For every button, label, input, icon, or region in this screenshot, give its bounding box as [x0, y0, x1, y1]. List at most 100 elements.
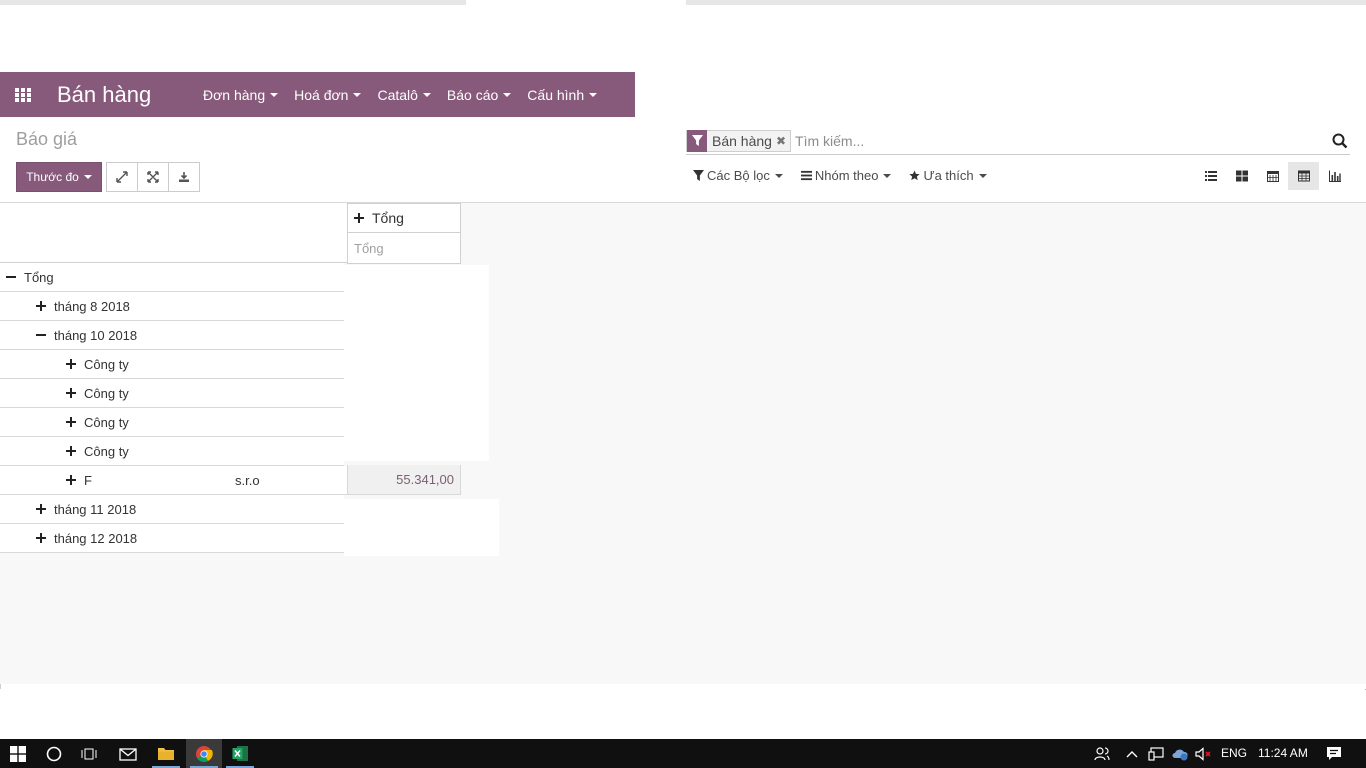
windows-taskbar: ENG 11:24 AM [0, 739, 1366, 768]
onedrive-button[interactable] [1169, 739, 1191, 768]
excel-button[interactable] [222, 739, 258, 768]
menu-orders[interactable]: Đơn hàng [195, 87, 286, 103]
menu-invoices[interactable]: Hoá đơn [286, 87, 369, 103]
filter-icon [693, 170, 704, 181]
cortana-circle-icon [46, 746, 62, 761]
menu-catalog-label: Catalô [377, 86, 418, 103]
star-icon [909, 170, 921, 181]
plus-icon [66, 475, 76, 485]
list-icon [1204, 171, 1217, 181]
favorites-dropdown[interactable]: Ưa thích [909, 168, 987, 183]
apps-grid-icon [15, 87, 31, 102]
browser-top-strip [0, 0, 1366, 5]
download-icon [179, 172, 189, 182]
menu-reporting[interactable]: Báo cáo [439, 87, 519, 103]
pivot-row-company-sro[interactable]: F s.r.o [0, 466, 347, 495]
pivot-row-company[interactable]: Công ty [0, 350, 344, 379]
caret-down-icon [589, 92, 598, 97]
favorites-label: Ưa thích [923, 168, 974, 183]
language-indicator[interactable]: ENG [1221, 739, 1247, 768]
filters-dropdown[interactable]: Các Bộ lọc [693, 168, 783, 183]
tray-expand-button[interactable] [1122, 739, 1142, 768]
menu-catalog[interactable]: Catalô [369, 87, 438, 103]
caret-down-icon [503, 92, 512, 97]
search-input[interactable] [795, 132, 1316, 149]
pivot-row-aug-2018[interactable]: tháng 8 2018 [0, 292, 344, 321]
expand-all-button[interactable] [137, 162, 169, 192]
row-label: tháng 8 2018 [54, 298, 130, 314]
windows-logo-icon [10, 745, 26, 762]
view-switcher [1195, 162, 1350, 190]
filter-icon [687, 129, 707, 152]
list-view-button[interactable] [1195, 162, 1226, 190]
flip-axis-button[interactable] [106, 162, 138, 192]
plus-icon [66, 359, 76, 369]
menu-configuration-label: Cấu hình [527, 86, 585, 103]
plus-icon [66, 446, 76, 456]
chevron-up-icon [1126, 750, 1138, 757]
minus-icon [6, 272, 16, 282]
caret-down-icon [83, 175, 92, 179]
facet-remove-icon[interactable]: ✖ [776, 134, 790, 148]
volume-button[interactable] [1192, 739, 1216, 768]
pivot-row-company[interactable]: Công ty [0, 437, 344, 466]
row-label-tail: s.r.o [235, 472, 260, 488]
row-label: Công ty [84, 414, 129, 430]
pivot-row-dec-2018[interactable]: tháng 12 2018 [0, 524, 344, 553]
apps-menu-button[interactable] [0, 72, 46, 117]
pivot-cell-value[interactable]: 55.341,00 [347, 465, 461, 495]
pivot-row-company[interactable]: Công ty [0, 379, 344, 408]
pivot-area: Tổng Tổng Tổng tháng 8 2018 tháng 10 201… [0, 203, 1366, 684]
main-navbar: Bán hàng Đơn hàng Hoá đơn Catalô Báo cáo… [0, 72, 635, 117]
file-explorer-button[interactable] [148, 739, 184, 768]
notification-icon [1327, 747, 1341, 760]
group-by-dropdown[interactable]: Nhóm theo [800, 168, 892, 183]
plus-icon [66, 417, 76, 427]
pivot-view-button[interactable] [1288, 162, 1319, 190]
empty-cells [344, 265, 489, 461]
menu-invoices-label: Hoá đơn [294, 86, 349, 103]
network-button[interactable] [1145, 739, 1167, 768]
row-label: Công ty [84, 385, 129, 401]
clock[interactable]: 11:24 AM [1258, 739, 1308, 768]
browser-top-gap [466, 0, 686, 5]
pivot-row-nov-2018[interactable]: tháng 11 2018 [0, 495, 344, 524]
calendar-view-button[interactable] [1257, 162, 1288, 190]
pivot-row-oct-2018[interactable]: tháng 10 2018 [0, 321, 344, 350]
folder-icon [158, 748, 174, 760]
plus-icon [36, 504, 46, 514]
search-button[interactable] [1332, 133, 1348, 149]
top-menu: Đơn hàng Hoá đơn Catalô Báo cáo Cấu hình [195, 87, 605, 103]
row-label: tháng 10 2018 [54, 327, 138, 343]
pivot-col-header[interactable]: Tổng [347, 203, 461, 233]
measures-label: Thước đo [26, 170, 79, 184]
row-label: tháng 11 2018 [54, 501, 137, 517]
download-button[interactable] [168, 162, 200, 192]
network-icon [1148, 746, 1164, 761]
caret-down-icon [422, 92, 431, 97]
kanban-view-button[interactable] [1226, 162, 1257, 190]
caret-down-icon [883, 173, 892, 178]
pivot-header-blank [0, 203, 347, 263]
caret-down-icon [353, 92, 362, 97]
caret-down-icon [774, 173, 783, 178]
bars-icon [800, 170, 812, 181]
pivot-row-total[interactable]: Tổng [0, 263, 344, 292]
graph-view-button[interactable] [1319, 162, 1350, 190]
cortana-button[interactable] [38, 739, 70, 768]
task-view-button[interactable] [72, 739, 106, 768]
breadcrumb: Báo giá [16, 129, 78, 149]
mail-app-button[interactable] [110, 739, 146, 768]
people-button[interactable] [1090, 739, 1114, 768]
menu-configuration[interactable]: Cấu hình [519, 87, 605, 103]
row-label: F [84, 472, 92, 488]
pivot-row-company[interactable]: Công ty [0, 408, 344, 437]
measures-button[interactable]: Thước đo [16, 162, 102, 192]
excel-icon [232, 746, 248, 761]
chrome-button[interactable] [186, 739, 222, 768]
start-button[interactable] [0, 739, 36, 768]
action-center-button[interactable] [1320, 739, 1348, 768]
search-facet: Bán hàng ✖ [686, 129, 792, 152]
menu-orders-label: Đơn hàng [203, 86, 266, 103]
people-icon [1094, 746, 1110, 760]
